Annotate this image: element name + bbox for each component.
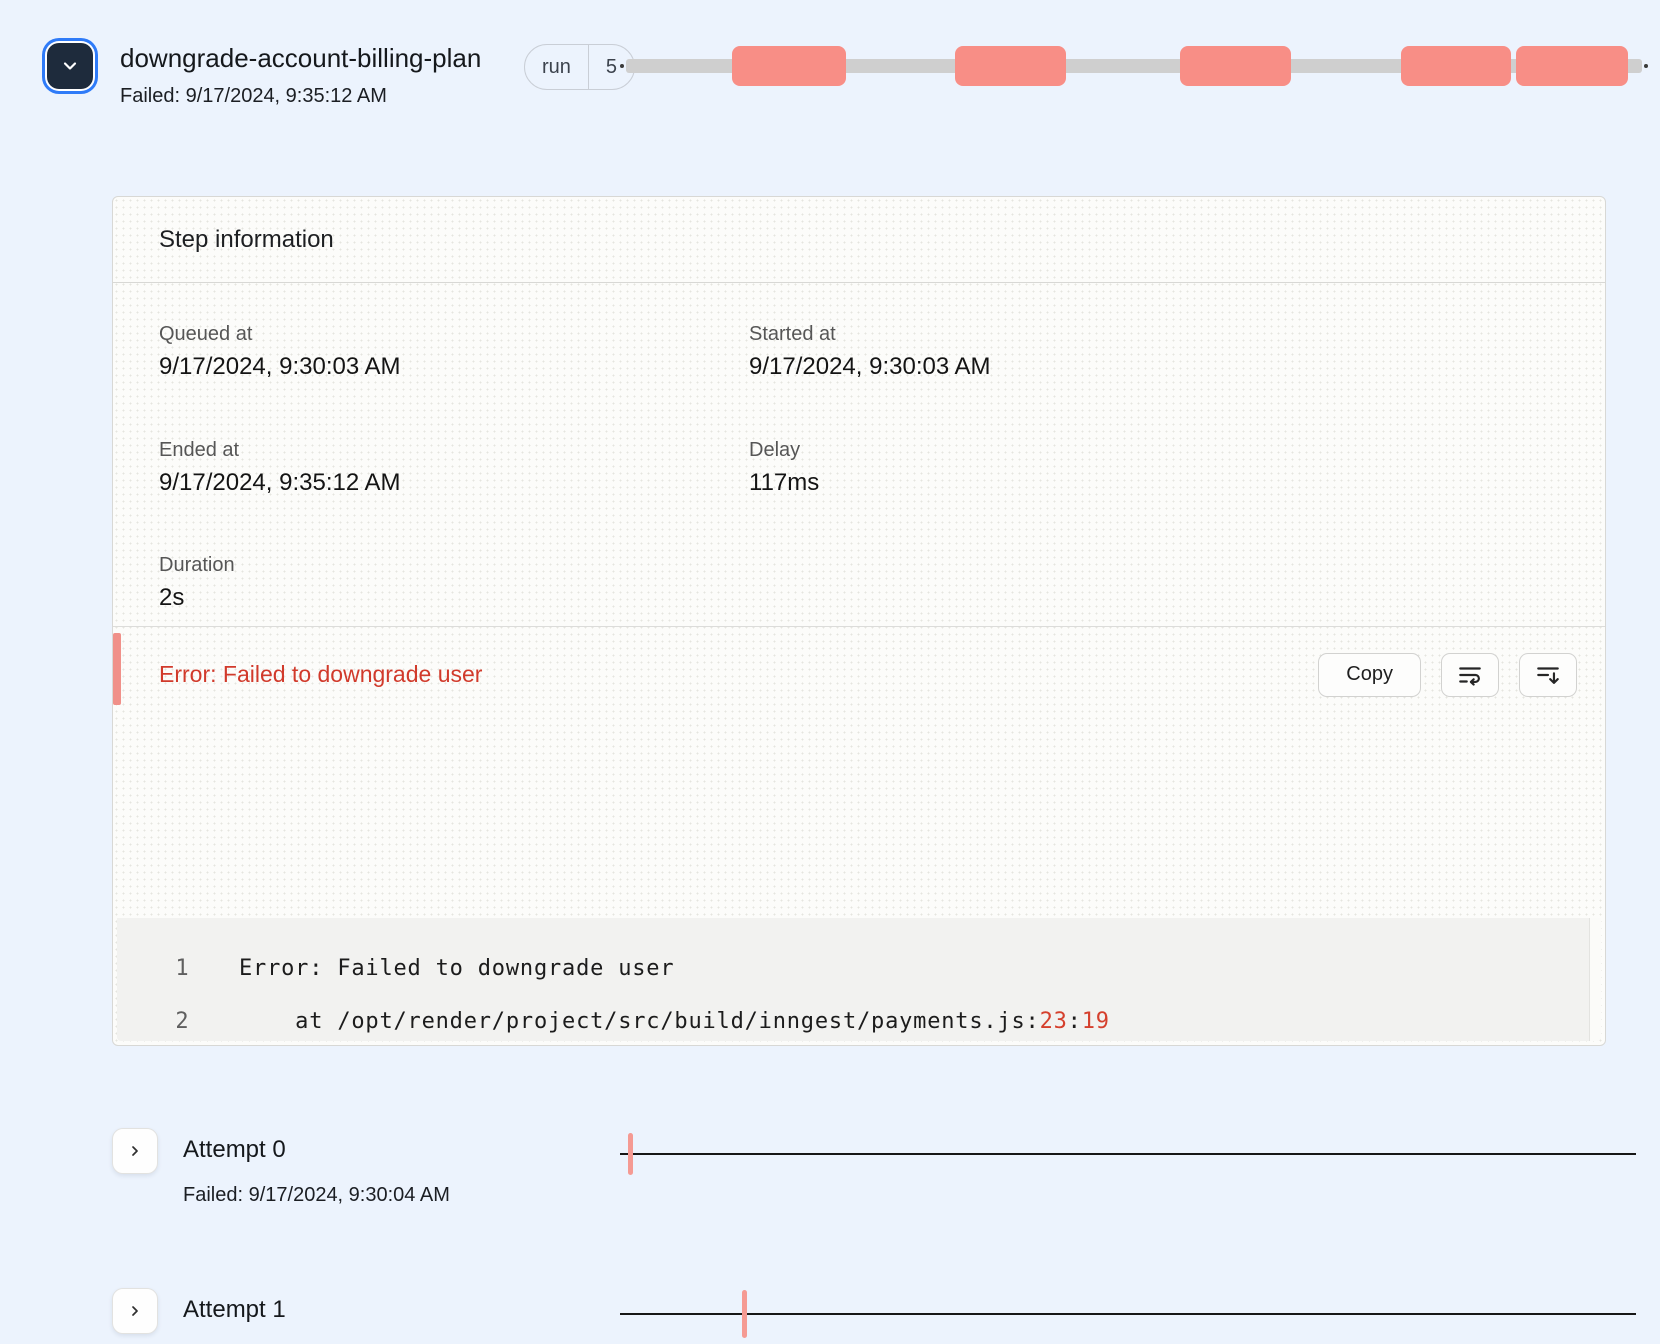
timeline-failure-block[interactable] (1401, 46, 1511, 86)
timeline-end-dot (1644, 64, 1648, 68)
attempt-timeline-line (620, 1313, 1636, 1315)
step-header-text: downgrade-account-billing-plan Failed: 9… (120, 40, 510, 108)
field-label: Queued at (159, 323, 749, 346)
attempt-row: Attempt 1 (0, 1288, 1660, 1344)
field-label: Ended at (159, 439, 749, 462)
attempt-status: Failed: 9/17/2024, 9:30:04 AM (183, 1184, 450, 1207)
step-info-title: Step information (159, 226, 334, 254)
step-status: Failed: 9/17/2024, 9:35:12 AM (120, 85, 510, 108)
step-info-header: Step information (113, 197, 1605, 283)
attempt-timeline-tick[interactable] (742, 1290, 747, 1338)
error-banner: Error: Failed to downgrade user Copy (113, 626, 1605, 722)
step-info-field: Duration 2s (159, 554, 749, 626)
run-detail-view: downgrade-account-billing-plan Failed: 9… (0, 0, 1660, 1344)
step-info-field: Started at 9/17/2024, 9:30:03 AM (749, 323, 1559, 395)
error-actions: Copy (1318, 653, 1577, 697)
line-number: 2 (169, 1009, 195, 1034)
line-code: at /opt/render/project/src/build/inngest… (239, 1009, 1110, 1034)
copy-button[interactable]: Copy (1318, 653, 1421, 697)
attempt-timeline-line (620, 1153, 1636, 1155)
step-info-field: Ended at 9/17/2024, 9:35:12 AM (159, 439, 749, 511)
field-value: 9/17/2024, 9:30:03 AM (159, 353, 749, 381)
step-info-card: Step information Queued at9/17/2024, 9:3… (112, 196, 1606, 1046)
collapse-step-button[interactable] (47, 43, 93, 89)
scroll-to-bottom-button[interactable] (1519, 653, 1577, 697)
step-info-field: Queued at 9/17/2024, 9:30:03 AM (159, 323, 749, 395)
field-value: 9/17/2024, 9:30:03 AM (749, 353, 1559, 381)
field-label: Delay (749, 439, 1559, 462)
attempt-expand-button[interactable] (112, 1128, 158, 1174)
step-info-fields: Queued at9/17/2024, 9:30:03 AMStarted at… (113, 283, 1605, 626)
line-number: 1 (169, 956, 195, 981)
code-scrollbar[interactable] (1589, 918, 1601, 1041)
stack-line: 1 Error: Failed to downgrade user (117, 942, 1601, 995)
error-message: Error: Failed to downgrade user (159, 661, 482, 688)
timeline-start-dot (620, 64, 624, 68)
wrap-text-icon (1457, 662, 1483, 688)
timeline-failure-block[interactable] (1516, 46, 1628, 86)
timeline-failure-block[interactable] (732, 46, 847, 86)
chevron-right-icon (127, 1143, 143, 1159)
attempt-timeline-tick[interactable] (628, 1133, 633, 1175)
field-value: 9/17/2024, 9:35:12 AM (159, 469, 749, 497)
line-code: Error: Failed to downgrade user (239, 956, 674, 981)
field-value: 2s (159, 584, 749, 612)
run-badge: run 5 (524, 44, 635, 90)
chevron-down-icon (60, 56, 80, 76)
wrap-text-button[interactable] (1441, 653, 1499, 697)
step-header: downgrade-account-billing-plan Failed: 9… (44, 40, 510, 108)
stack-trace: 1 Error: Failed to downgrade user 2 at /op… (117, 918, 1601, 1041)
field-label: Duration (159, 554, 749, 577)
timeline-failure-block[interactable] (1180, 46, 1292, 86)
attempt-expand-button[interactable] (112, 1288, 158, 1334)
run-timeline (626, 40, 1642, 92)
field-value: 117ms (749, 469, 1559, 497)
attempt-label: Attempt 1 (183, 1296, 286, 1324)
error-accent-bar (113, 633, 121, 705)
timeline-failure-block[interactable] (955, 46, 1066, 86)
scroll-to-bottom-icon (1535, 662, 1561, 688)
chevron-right-icon (127, 1303, 143, 1319)
step-title: downgrade-account-billing-plan (120, 40, 510, 77)
step-info-field: Delay 117ms (749, 439, 1559, 511)
stack-line: 2 at /opt/render/project/src/build/innge… (117, 995, 1601, 1041)
run-badge-label: run (525, 45, 588, 89)
attempt-row: Attempt 0 Failed: 9/17/2024, 9:30:04 AM (0, 1128, 1660, 1238)
attempt-label: Attempt 0 (183, 1136, 286, 1164)
field-label: Started at (749, 323, 1559, 346)
